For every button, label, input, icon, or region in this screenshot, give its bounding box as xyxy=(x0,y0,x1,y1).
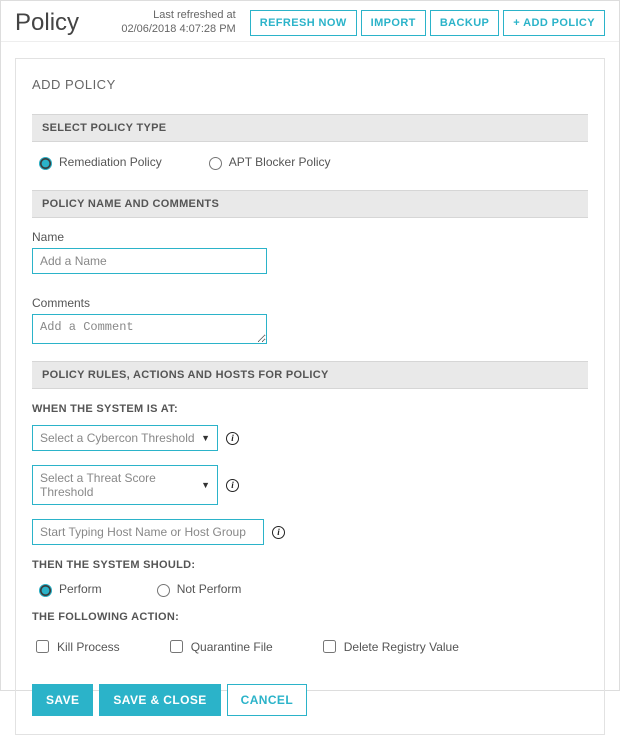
policy-type-radios: Remediation Policy APT Blocker Policy xyxy=(32,154,588,170)
radio-remediation-input[interactable] xyxy=(39,157,52,170)
last-refreshed-time: 02/06/2018 4:07:28 PM xyxy=(79,23,236,37)
section-policy-name: POLICY NAME AND COMMENTS xyxy=(32,190,588,218)
panel-title: ADD POLICY xyxy=(32,77,588,92)
chevron-down-icon: ▼ xyxy=(201,433,210,443)
radio-remediation-label: Remediation Policy xyxy=(59,155,162,169)
chk-delete-registry[interactable]: Delete Registry Value xyxy=(319,637,459,656)
radio-apt-blocker-input[interactable] xyxy=(209,157,222,170)
comments-label: Comments xyxy=(32,296,588,310)
radio-not-perform-label: Not Perform xyxy=(177,582,242,596)
radio-not-perform[interactable]: Not Perform xyxy=(152,581,242,597)
form-buttons: SAVE SAVE & CLOSE CANCEL xyxy=(32,684,588,716)
host-input[interactable] xyxy=(32,519,264,545)
import-button[interactable]: IMPORT xyxy=(361,10,426,36)
last-refreshed: Last refreshed at 02/06/2018 4:07:28 PM xyxy=(79,9,246,37)
radio-perform-input[interactable] xyxy=(39,584,52,597)
section-select-policy-type: SELECT POLICY TYPE xyxy=(32,114,588,142)
radio-not-perform-input[interactable] xyxy=(157,584,170,597)
section-rules: POLICY RULES, ACTIONS AND HOSTS FOR POLI… xyxy=(32,361,588,389)
info-icon[interactable]: i xyxy=(226,432,239,445)
radio-perform-label: Perform xyxy=(59,582,102,596)
chk-quarantine-file-input[interactable] xyxy=(170,640,183,653)
refresh-now-button[interactable]: REFRESH NOW xyxy=(250,10,357,36)
following-action-label: THE FOLLOWING ACTION: xyxy=(32,611,588,623)
page-title: Policy xyxy=(15,9,79,37)
chk-quarantine-file-label: Quarantine File xyxy=(191,640,273,654)
save-close-button[interactable]: SAVE & CLOSE xyxy=(99,684,220,716)
chk-quarantine-file[interactable]: Quarantine File xyxy=(166,637,273,656)
info-icon[interactable]: i xyxy=(226,479,239,492)
save-button[interactable]: SAVE xyxy=(32,684,93,716)
backup-button[interactable]: BACKUP xyxy=(430,10,499,36)
action-checkboxes: Kill Process Quarantine File Delete Regi… xyxy=(32,633,588,684)
radio-apt-blocker[interactable]: APT Blocker Policy xyxy=(204,154,331,170)
radio-perform[interactable]: Perform xyxy=(34,581,102,597)
radio-remediation[interactable]: Remediation Policy xyxy=(34,154,162,170)
chk-delete-registry-label: Delete Registry Value xyxy=(344,640,459,654)
info-icon[interactable]: i xyxy=(272,526,285,539)
name-input[interactable] xyxy=(32,248,267,274)
cancel-button[interactable]: CANCEL xyxy=(227,684,307,716)
last-refreshed-label: Last refreshed at xyxy=(79,9,236,23)
app-window: Policy Last refreshed at 02/06/2018 4:07… xyxy=(0,0,620,691)
chk-kill-process-label: Kill Process xyxy=(57,640,120,654)
chevron-down-icon: ▼ xyxy=(201,480,210,490)
comments-input[interactable] xyxy=(32,314,267,344)
chk-kill-process[interactable]: Kill Process xyxy=(32,637,120,656)
add-policy-button[interactable]: + ADD POLICY xyxy=(503,10,605,36)
cybercon-threshold-value: Select a Cybercon Threshold xyxy=(40,431,195,445)
threat-score-select[interactable]: Select a Threat Score Threshold ▼ xyxy=(32,465,218,505)
chk-delete-registry-input[interactable] xyxy=(323,640,336,653)
header-bar: Policy Last refreshed at 02/06/2018 4:07… xyxy=(1,1,619,42)
name-label: Name xyxy=(32,230,588,244)
add-policy-panel: ADD POLICY SELECT POLICY TYPE Remediatio… xyxy=(15,58,605,735)
cybercon-threshold-select[interactable]: Select a Cybercon Threshold ▼ xyxy=(32,425,218,451)
chk-kill-process-input[interactable] xyxy=(36,640,49,653)
when-label: WHEN THE SYSTEM IS AT: xyxy=(32,403,588,415)
threat-score-value: Select a Threat Score Threshold xyxy=(40,471,201,499)
radio-apt-blocker-label: APT Blocker Policy xyxy=(229,155,331,169)
then-label: THEN THE SYSTEM SHOULD: xyxy=(32,559,588,571)
